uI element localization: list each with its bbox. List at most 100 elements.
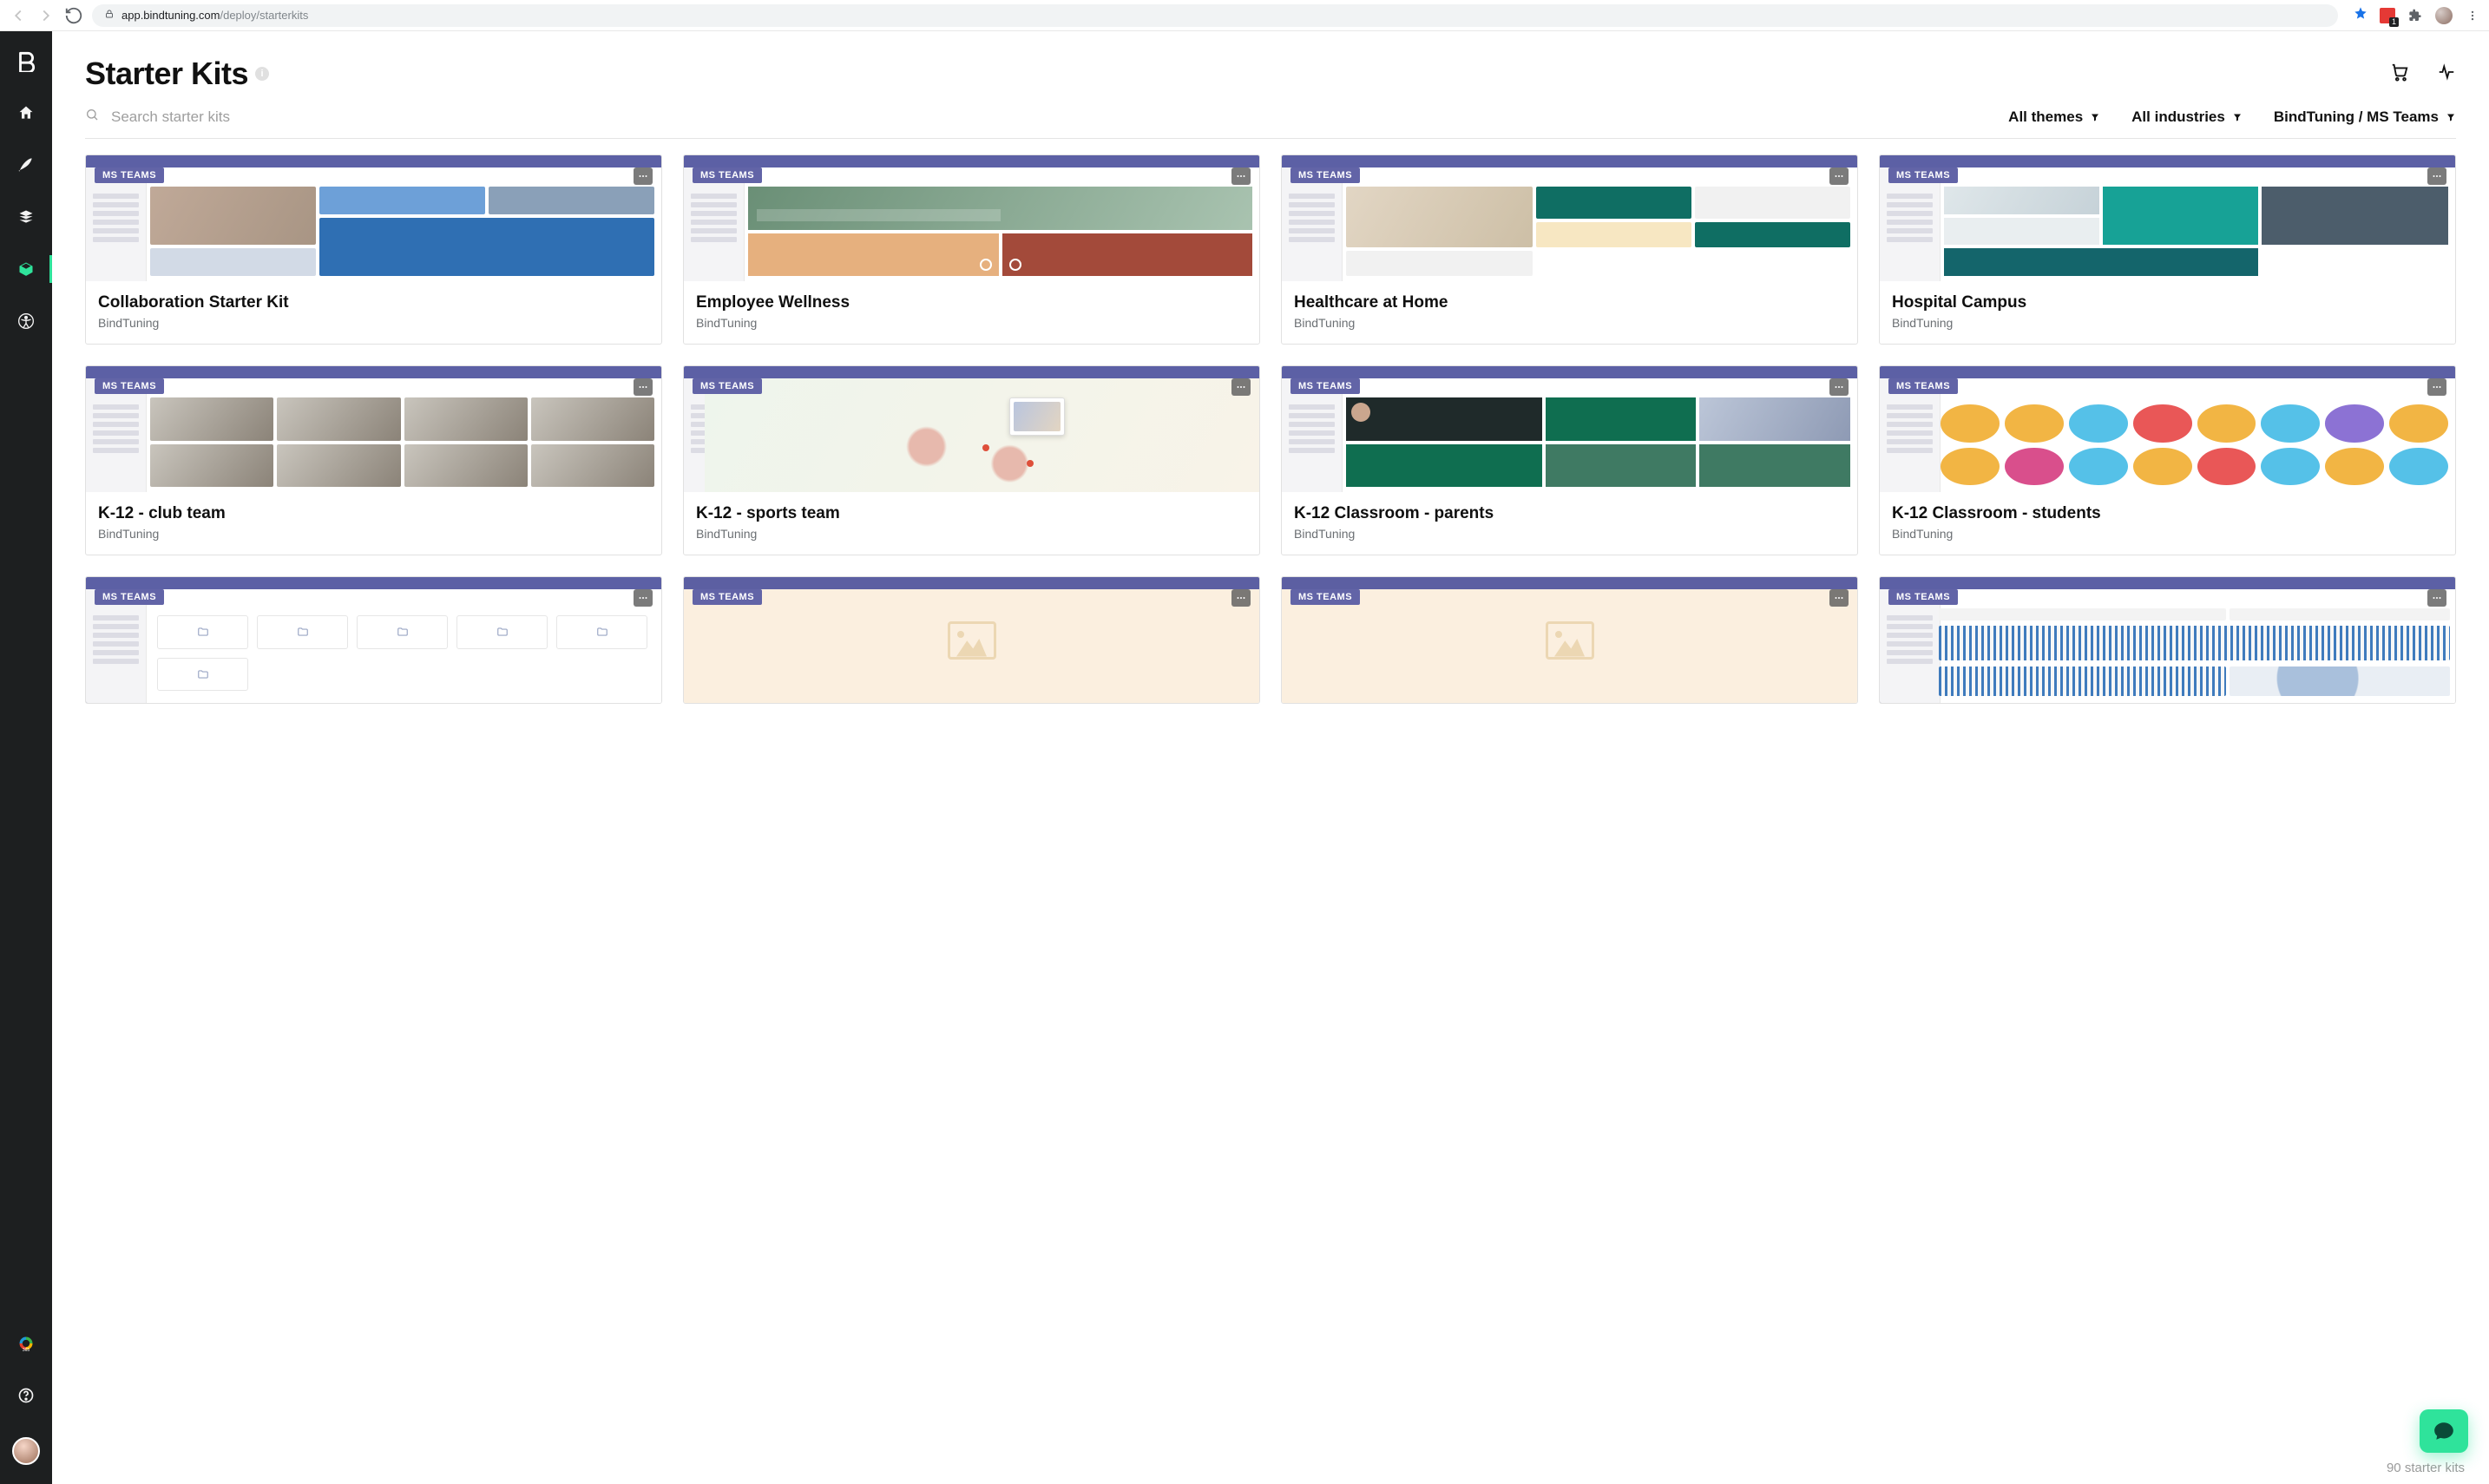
card-more-icon[interactable] [2427, 167, 2446, 185]
starter-kit-card[interactable]: MS TEAMS Healthcare at Home BindTuning [1281, 154, 1858, 345]
starter-kit-card[interactable]: MS TEAMS [1281, 576, 1858, 704]
page-title: Starter Kits [85, 56, 248, 92]
ms-teams-badge: MS TEAMS [1290, 167, 1360, 183]
card-title: Hospital Campus [1892, 293, 2443, 312]
cart-icon[interactable] [2390, 62, 2409, 86]
card-more-icon[interactable] [1231, 167, 1251, 185]
card-caption: Hospital Campus BindTuning [1880, 281, 2455, 344]
card-more-icon[interactable] [1829, 378, 1849, 396]
page-header: Starter Kits i [85, 56, 2456, 92]
brand-logo-icon[interactable] [0, 47, 52, 75]
extension-badge-icon[interactable] [2380, 8, 2395, 23]
search-icon [85, 108, 99, 126]
sidebar-item-help[interactable] [0, 1382, 52, 1409]
chat-launcher-icon[interactable] [2420, 1409, 2468, 1453]
extensions-icon[interactable] [2407, 8, 2423, 23]
placeholder-image-icon [948, 621, 996, 660]
starter-kit-card[interactable]: MS TEAMS Employee Wellness BindTuning [683, 154, 1260, 345]
ms-teams-badge: MS TEAMS [693, 167, 762, 183]
card-author: BindTuning [696, 527, 1247, 541]
card-caption: Healthcare at Home BindTuning [1282, 281, 1857, 344]
content: Starter Kits i All themes [52, 31, 2489, 1484]
results-count: 90 starter kits [2387, 1461, 2465, 1475]
user-avatar-icon [12, 1437, 40, 1465]
card-thumbnail: MS TEAMS [86, 577, 661, 703]
card-caption: K-12 - club team BindTuning [86, 492, 661, 555]
sidebar-item-home[interactable] [0, 99, 52, 127]
card-more-icon[interactable] [2427, 378, 2446, 396]
card-author: BindTuning [98, 527, 649, 541]
card-more-icon[interactable] [634, 378, 653, 396]
lock-icon [104, 9, 115, 22]
sidebar-item-accessibility[interactable] [0, 307, 52, 335]
card-thumbnail: MS TEAMS [1282, 366, 1857, 492]
card-more-icon[interactable] [634, 589, 653, 607]
filter-platform[interactable]: BindTuning / MS Teams [2274, 108, 2456, 126]
card-title: K-12 Classroom - students [1892, 504, 2443, 523]
filter-industries[interactable]: All industries [2131, 108, 2243, 126]
card-caption: K-12 - sports team BindTuning [684, 492, 1259, 555]
starter-kit-card[interactable]: MS TEAMS K-12 - club team BindTuning [85, 365, 662, 555]
search-input[interactable] [111, 108, 1977, 126]
card-more-icon[interactable] [1231, 589, 1251, 607]
card-more-icon[interactable] [1231, 378, 1251, 396]
url-text: app.bindtuning.com/deploy/starterkits [121, 9, 308, 22]
card-title: Healthcare at Home [1294, 293, 1845, 312]
url-bar[interactable]: app.bindtuning.com/deploy/starterkits [92, 4, 2338, 27]
card-more-icon[interactable] [1829, 167, 1849, 185]
filter-icon [2090, 112, 2100, 122]
ms-teams-badge: MS TEAMS [95, 167, 164, 183]
card-thumbnail: MS TEAMS [1880, 366, 2455, 492]
card-more-icon[interactable] [1829, 589, 1849, 607]
browser-menu-icon[interactable] [2465, 8, 2480, 23]
filter-icon [2446, 112, 2456, 122]
sidebar-item-office365[interactable]: 365 [0, 1330, 52, 1357]
sidebar-item-stacks[interactable] [0, 203, 52, 231]
card-caption: Employee Wellness BindTuning [684, 281, 1259, 344]
starter-kit-card[interactable]: MS TEAMS [683, 576, 1260, 704]
card-thumbnail: MS TEAMS [684, 366, 1259, 492]
card-thumbnail: MS TEAMS [1282, 577, 1857, 703]
nav-forward-icon[interactable] [36, 6, 56, 25]
sidebar-item-account[interactable] [0, 1434, 52, 1468]
browser-toolbar-right [2354, 6, 2480, 24]
info-icon[interactable]: i [255, 67, 269, 81]
filter-themes-label: All themes [2008, 108, 2083, 126]
card-caption: Collaboration Starter Kit BindTuning [86, 281, 661, 344]
card-thumbnail: MS TEAMS [1880, 155, 2455, 281]
ms-teams-badge: MS TEAMS [1888, 378, 1958, 394]
bookmark-star-icon[interactable] [2354, 6, 2368, 24]
filter-icon [2232, 112, 2243, 122]
nav-back-icon[interactable] [9, 6, 28, 25]
ms-teams-badge: MS TEAMS [95, 589, 164, 605]
starter-kit-card[interactable]: MS TEAMS K-12 Classroom - students BindT… [1879, 365, 2456, 555]
activity-icon[interactable] [2437, 62, 2456, 86]
card-title: Collaboration Starter Kit [98, 293, 649, 312]
card-author: BindTuning [1892, 527, 2443, 541]
starter-kit-card[interactable]: MS TEAMS Hospital Campus BindTuning [1879, 154, 2456, 345]
card-more-icon[interactable] [2427, 589, 2446, 607]
nav-reload-icon[interactable] [64, 6, 83, 25]
starter-kit-card[interactable]: MS TEAMS K-12 - sports team BindTuning [683, 365, 1260, 555]
card-more-icon[interactable] [634, 167, 653, 185]
card-thumbnail: MS TEAMS [684, 577, 1259, 703]
filter-themes[interactable]: All themes [2008, 108, 2100, 126]
filter-platform-label: BindTuning / MS Teams [2274, 108, 2439, 126]
card-title: K-12 - sports team [696, 504, 1247, 523]
starter-kit-card[interactable]: MS TEAMS [85, 576, 662, 704]
sidebar-item-design[interactable] [0, 151, 52, 179]
profile-avatar-icon[interactable] [2435, 7, 2453, 24]
starter-kit-card[interactable]: MS TEAMS Collaboration Starter Kit BindT… [85, 154, 662, 345]
card-thumbnail: MS TEAMS [1880, 577, 2455, 703]
sidebar: 365 [0, 31, 52, 1484]
ms-teams-badge: MS TEAMS [1888, 167, 1958, 183]
card-author: BindTuning [98, 316, 649, 330]
card-thumbnail: MS TEAMS [684, 155, 1259, 281]
ms-teams-badge: MS TEAMS [1888, 589, 1958, 605]
starter-kit-card[interactable]: MS TEAMS [1879, 576, 2456, 704]
card-caption: K-12 Classroom - students BindTuning [1880, 492, 2455, 555]
sidebar-item-starterkits[interactable] [0, 255, 52, 283]
starter-kit-card[interactable]: MS TEAMS K-12 Classroom - parents BindTu… [1281, 365, 1858, 555]
ms-teams-badge: MS TEAMS [95, 378, 164, 394]
ms-teams-badge: MS TEAMS [1290, 378, 1360, 394]
